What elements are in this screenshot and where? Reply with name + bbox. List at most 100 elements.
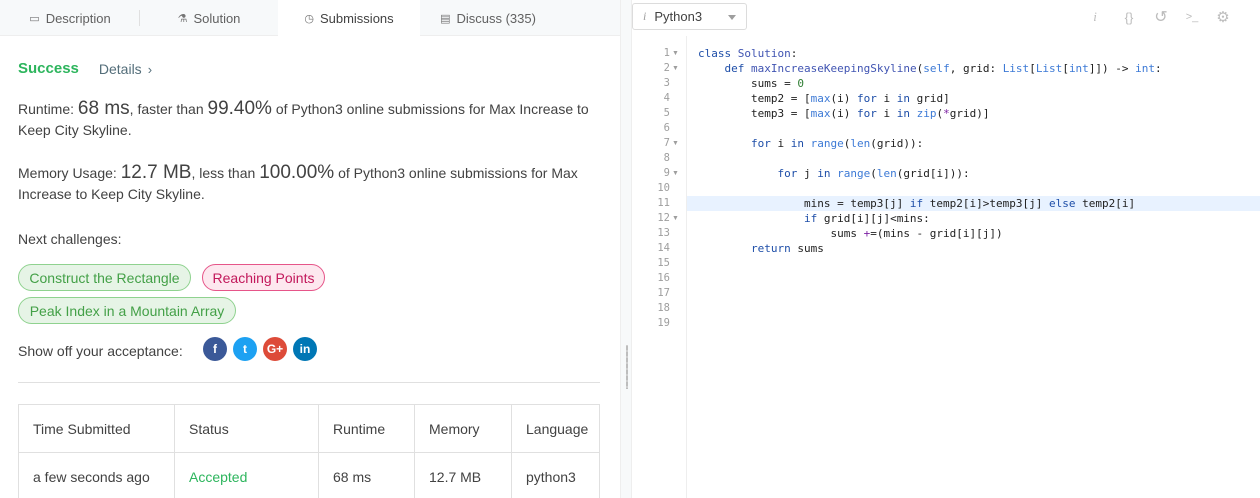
pane-splitter[interactable] — [620, 0, 632, 498]
google-plus-icon[interactable]: G+ — [263, 337, 287, 361]
tab-description[interactable]: ▭ Description — [0, 0, 140, 36]
settings-icon[interactable]: ⚙ — [1214, 8, 1232, 26]
column-header[interactable]: Status — [175, 405, 319, 452]
fold-arrow-icon[interactable]: ▼ — [672, 166, 679, 181]
fold-arrow-icon[interactable]: ▼ — [672, 211, 679, 226]
code-line[interactable] — [687, 316, 1260, 331]
memory-cell: 12.7 MB — [415, 453, 512, 498]
runtime-mid: , faster than — [129, 101, 204, 117]
line-number: 6 — [663, 122, 670, 134]
runtime-summary: Runtime: 68 ms, faster than 99.40% of Py… — [18, 98, 600, 141]
line-number: 8 — [663, 152, 670, 164]
line-number: 5 — [663, 107, 670, 119]
left-pane: ▭ Description ⚗ Solution ◷ Submissions ▤… — [0, 0, 620, 498]
code-line[interactable]: return sums — [687, 241, 1260, 256]
submissions-table: Time Submitted Status Runtime Memory Lan… — [18, 404, 600, 498]
divider — [18, 382, 600, 383]
line-number: 2 — [663, 62, 670, 74]
code-line[interactable] — [687, 271, 1260, 286]
twitter-icon[interactable]: t — [233, 337, 257, 361]
language-value: Python3 — [654, 9, 703, 24]
tab-label: Submissions — [319, 10, 394, 26]
code-line[interactable]: temp3 = [max(i) for i in zip(*grid)] — [687, 106, 1260, 121]
code-line[interactable]: sums = 0 — [687, 76, 1260, 91]
facebook-icon[interactable]: f — [203, 337, 227, 361]
challenge-chip-peak-index[interactable]: Peak Index in a Mountain Array — [18, 297, 236, 324]
code-line[interactable]: sums +=(mins - grid[i][j]) — [687, 226, 1260, 241]
challenge-chip-reaching-points[interactable]: Reaching Points — [202, 264, 325, 291]
runtime-prefix: Runtime: — [18, 101, 75, 117]
fold-arrow-icon[interactable]: ▼ — [672, 46, 679, 61]
column-header[interactable]: Language — [512, 405, 599, 452]
info-icon[interactable]: i — [1088, 8, 1102, 26]
result-header: Success Details › — [18, 60, 152, 77]
column-header[interactable]: Runtime — [319, 405, 415, 452]
status-accepted-link[interactable]: Accepted — [175, 453, 319, 498]
tab-submissions[interactable]: ◷ Submissions — [278, 0, 420, 37]
language-select[interactable]: i Python3 — [632, 3, 747, 30]
chevron-down-icon — [728, 15, 736, 20]
column-header[interactable]: Time Submitted — [19, 405, 175, 452]
line-number: 3 — [663, 77, 670, 89]
tab-label: Discuss (335) — [456, 10, 536, 26]
table-row[interactable]: a few seconds ago Accepted 68 ms 12.7 MB… — [19, 453, 599, 498]
code-editor[interactable]: 1 ▼ 2 ▼ 3 4 5 6 7 ▼ 8 9 ▼ 10 11 12 ▼ 13 14 15 16 17 18 19 class… — [632, 36, 1260, 498]
linkedin-glyph: in — [299, 342, 311, 356]
column-header[interactable]: Memory — [415, 405, 512, 452]
memory-summary: Memory Usage: 12.7 MB, less than 100.00%… — [18, 162, 600, 205]
fold-arrow-icon[interactable]: ▼ — [672, 136, 679, 151]
code-line[interactable]: def maxIncreaseKeepingSkyline(self, grid… — [687, 61, 1260, 76]
line-number: 9 — [663, 167, 670, 179]
document-icon: ▭ — [29, 12, 40, 25]
tab-solution[interactable]: ⚗ Solution — [140, 0, 278, 36]
details-link[interactable]: Details › — [99, 61, 152, 77]
line-number: 11 — [657, 197, 670, 209]
leetcode-workspace: ▭ Description ⚗ Solution ◷ Submissions ▤… — [0, 0, 1260, 498]
memory-percent: 100.00% — [259, 162, 335, 183]
memory-value: 12.7 MB — [120, 162, 192, 183]
console-icon[interactable]: >_ — [1182, 8, 1202, 26]
details-label: Details — [98, 60, 142, 77]
code-line[interactable]: mins = temp3[j] if temp2[i]>temp3[j] els… — [687, 196, 1260, 211]
code-line[interactable] — [687, 151, 1260, 166]
code-line[interactable] — [687, 256, 1260, 271]
code-line[interactable] — [687, 286, 1260, 301]
google-plus-glyph: G+ — [266, 342, 284, 356]
line-number: 19 — [657, 317, 670, 329]
clock-icon: ◷ — [304, 12, 314, 25]
braces-icon[interactable]: {} — [1118, 8, 1140, 26]
problem-tabbar: ▭ Description ⚗ Solution ◷ Submissions ▤… — [0, 0, 620, 37]
code-line[interactable]: for j in range(len(grid[i])): — [687, 166, 1260, 181]
fold-arrow-icon[interactable]: ▼ — [672, 61, 679, 76]
chevron-right-icon: › — [147, 61, 153, 77]
challenge-chip-construct-rectangle[interactable]: Construct the Rectangle — [18, 264, 191, 291]
flask-icon: ⚗ — [177, 12, 188, 25]
editor-pane: i Python3 i {} ↺ >_ ⚙ 1 ▼ 2 ▼ 3 4 5 6 7 ▼ 8 9 ▼ 10 11 1… — [632, 0, 1260, 498]
code-line[interactable]: temp2 = [max(i) for i in grid] — [687, 91, 1260, 106]
linkedin-icon[interactable]: in — [293, 337, 317, 361]
code-line[interactable] — [687, 181, 1260, 196]
line-number: 14 — [657, 242, 670, 254]
drag-handle-icon[interactable] — [626, 345, 628, 389]
code-line[interactable] — [687, 301, 1260, 316]
line-number: 15 — [657, 257, 670, 269]
line-number: 17 — [657, 287, 670, 299]
tab-label: Solution — [193, 10, 241, 26]
code-line[interactable]: if grid[i][j]<mins: — [687, 211, 1260, 226]
chat-icon: ▤ — [440, 12, 451, 25]
language-cell: python3 — [526, 469, 576, 485]
code-line[interactable] — [687, 121, 1260, 136]
reset-icon[interactable]: ↺ — [1152, 8, 1170, 26]
code-line[interactable]: class Solution: — [687, 46, 1260, 61]
next-challenges-label: Next challenges: — [18, 231, 122, 247]
line-number: 4 — [663, 92, 670, 104]
share-label: Show off your acceptance: — [18, 343, 183, 359]
tab-discuss[interactable]: ▤ Discuss (335) — [420, 0, 556, 36]
time-submitted-cell: a few seconds ago — [19, 453, 175, 498]
memory-mid: , less than — [191, 165, 256, 181]
editor-toolbar: i Python3 i {} ↺ >_ ⚙ — [632, 0, 1260, 36]
table-header-row: Time Submitted Status Runtime Memory Lan… — [19, 405, 599, 453]
facebook-glyph: f — [213, 342, 217, 356]
runtime-percent: 99.40% — [207, 98, 272, 119]
code-line[interactable]: for i in range(len(grid)): — [687, 136, 1260, 151]
